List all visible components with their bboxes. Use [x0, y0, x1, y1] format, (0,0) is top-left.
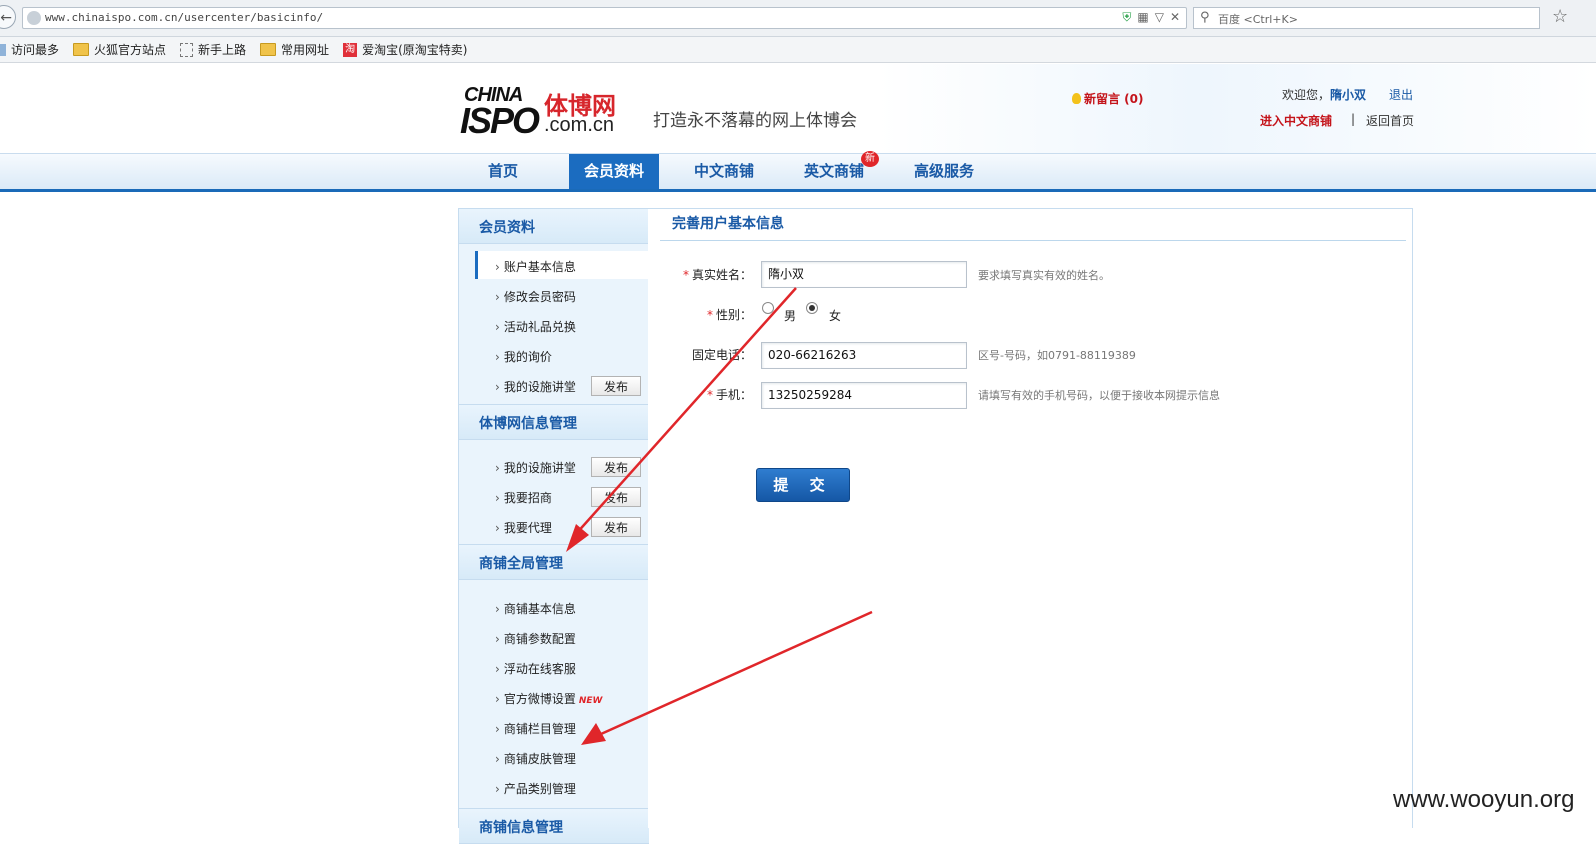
taobao-icon: 淘 [343, 42, 358, 57]
new-message-link[interactable]: 新留言 (0) [1072, 90, 1144, 107]
dropdown-icon[interactable]: ▽ [1155, 10, 1164, 25]
publish-button[interactable]: 发布 [591, 457, 641, 477]
new-tag: NEW [578, 696, 603, 706]
site-header: CHINA ISPO 体博网 .com.cn 打造永不落幕的网上体博会 新留言 … [0, 64, 1596, 154]
watermark: www.wooyun.org [1393, 786, 1575, 813]
globe-icon [27, 11, 41, 25]
browser-toolbar: ← www.chinaispo.com.cn/usercenter/basici… [0, 0, 1596, 37]
sidebar-item-my-inquiries[interactable]: 我的询价 [495, 348, 552, 365]
bookmark-common-sites[interactable]: 常用网址 [260, 41, 329, 58]
sidebar-section-shop-info: 商铺信息管理 [459, 808, 649, 844]
content-panel [648, 208, 1413, 828]
sidebar-item-agency[interactable]: 我要代理 [495, 519, 552, 536]
bookmark-getting-started[interactable]: 新手上路 [180, 41, 246, 58]
logout-link[interactable]: 退出 [1389, 86, 1413, 103]
sidebar-item-product-categories[interactable]: 产品类别管理 [495, 780, 576, 797]
bookmarks-bar: 访问最多 火狐官方站点 新手上路 常用网址 淘爱淘宝(原淘宝特卖) [0, 37, 1596, 63]
new-badge: 新 [861, 151, 879, 167]
publish-button[interactable]: 发布 [591, 376, 641, 396]
folder-icon [260, 43, 277, 56]
phone-input[interactable]: 020-66216263 [761, 342, 967, 369]
nav-advanced-services[interactable]: 高级服务 [899, 154, 989, 189]
bookmark-icon [0, 43, 6, 56]
sidebar-item-floating-service[interactable]: 浮动在线客服 [495, 660, 576, 677]
gender-female-label: 女 [829, 309, 842, 323]
name-label: * 真实姓名： [682, 268, 752, 282]
sidebar-item-facility-lecture-2[interactable]: 我的设施讲堂 [495, 459, 576, 476]
nav-home[interactable]: 首页 [458, 154, 548, 189]
sidebar: 会员资料 账户基本信息 修改会员密码 活动礼品兑换 我的询价 我的设施讲堂 发布… [458, 208, 652, 844]
close-icon[interactable]: ✕ [1170, 10, 1180, 25]
sidebar-item-shop-params[interactable]: 商铺参数配置 [495, 630, 576, 647]
sidebar-section-info-management: 体博网信息管理 [459, 404, 649, 440]
header-separator: | [1351, 112, 1356, 126]
gender-female-radio[interactable] [806, 302, 818, 314]
sidebar-item-shop-basic-info[interactable]: 商铺基本信息 [495, 600, 576, 617]
bookmark-most-visited[interactable]: 访问最多 [0, 41, 59, 58]
welcome-text: 欢迎您，隋小双 [1282, 88, 1367, 102]
phone-label: 固定电话： [691, 348, 752, 362]
nav-member-profile[interactable]: 会员资料 [569, 154, 659, 189]
sidebar-item-shop-columns[interactable]: 商铺栏目管理 [495, 720, 576, 737]
gender-label: * 性别： [706, 308, 752, 322]
lightbulb-icon [1072, 93, 1081, 104]
nav-chinese-shop[interactable]: 中文商铺 [679, 154, 769, 189]
bookmark-firefox-official[interactable]: 火狐官方站点 [73, 41, 166, 58]
gender-male-radio[interactable] [762, 302, 774, 314]
address-bar-icons: ⛨ ▦ ▽ ✕ [1122, 10, 1180, 25]
name-hint: 要求填写真实有效的姓名。 [978, 269, 1110, 282]
back-arrow-icon[interactable]: ← [0, 5, 16, 29]
enter-chinese-shop-link[interactable]: 进入中文商铺 [1260, 112, 1332, 129]
submit-button[interactable]: 提 交 [756, 468, 850, 502]
bookmark-aitaobao[interactable]: 淘爱淘宝(原淘宝特卖) [343, 41, 467, 58]
qr-code-icon[interactable]: ▦ [1137, 10, 1148, 25]
sidebar-item-change-password[interactable]: 修改会员密码 [495, 288, 576, 305]
publish-button[interactable]: 发布 [591, 517, 641, 537]
site-slogan: 打造永不落幕的网上体博会 [653, 111, 857, 131]
main-nav: 首页 会员资料 中文商铺 英文商铺 高级服务 [0, 153, 1596, 192]
username[interactable]: 隋小双 [1330, 88, 1366, 102]
mobile-hint: 请填写有效的手机号码，以便于接收本网提示信息 [978, 389, 1220, 402]
sidebar-item-facility-lecture[interactable]: 我的设施讲堂 [495, 378, 576, 395]
gender-male-label: 男 [784, 309, 797, 323]
search-icon: ⚲ [1200, 10, 1210, 25]
sidebar-item-weibo-settings[interactable]: 官方微博设置NEW [495, 690, 603, 707]
bookmark-star-icon[interactable]: ☆ [1552, 6, 1568, 27]
sidebar-item-investment[interactable]: 我要招商 [495, 489, 552, 506]
title-divider [660, 240, 1406, 241]
phone-hint: 区号-号码，如0791-88119389 [978, 349, 1136, 362]
url-text[interactable]: www.chinaispo.com.cn/usercenter/basicinf… [45, 11, 323, 24]
search-placeholder: 百度 <Ctrl+K> [1218, 13, 1298, 26]
page-icon [180, 42, 194, 57]
real-name-input[interactable]: 隋小双 [761, 261, 967, 288]
sidebar-item-shop-skin[interactable]: 商铺皮肤管理 [495, 750, 576, 767]
back-home-link[interactable]: 返回首页 [1366, 112, 1414, 129]
search-input[interactable]: ⚲ 百度 <Ctrl+K> [1193, 7, 1540, 29]
mobile-label: * 手机： [706, 388, 752, 402]
form-title: 完善用户基本信息 [672, 216, 784, 232]
sidebar-item-account-info[interactable]: 账户基本信息 [495, 258, 576, 275]
publish-button[interactable]: 发布 [591, 487, 641, 507]
sidebar-item-gift-exchange[interactable]: 活动礼品兑换 [495, 318, 576, 335]
folder-icon [73, 43, 90, 56]
shield-icon[interactable]: ⛨ [1122, 10, 1131, 25]
sidebar-section-member: 会员资料 [459, 208, 649, 244]
address-bar[interactable]: www.chinaispo.com.cn/usercenter/basicinf… [22, 7, 1187, 29]
mobile-input[interactable]: 13250259284 [761, 382, 967, 409]
sidebar-section-shop-management: 商铺全局管理 [459, 544, 649, 580]
